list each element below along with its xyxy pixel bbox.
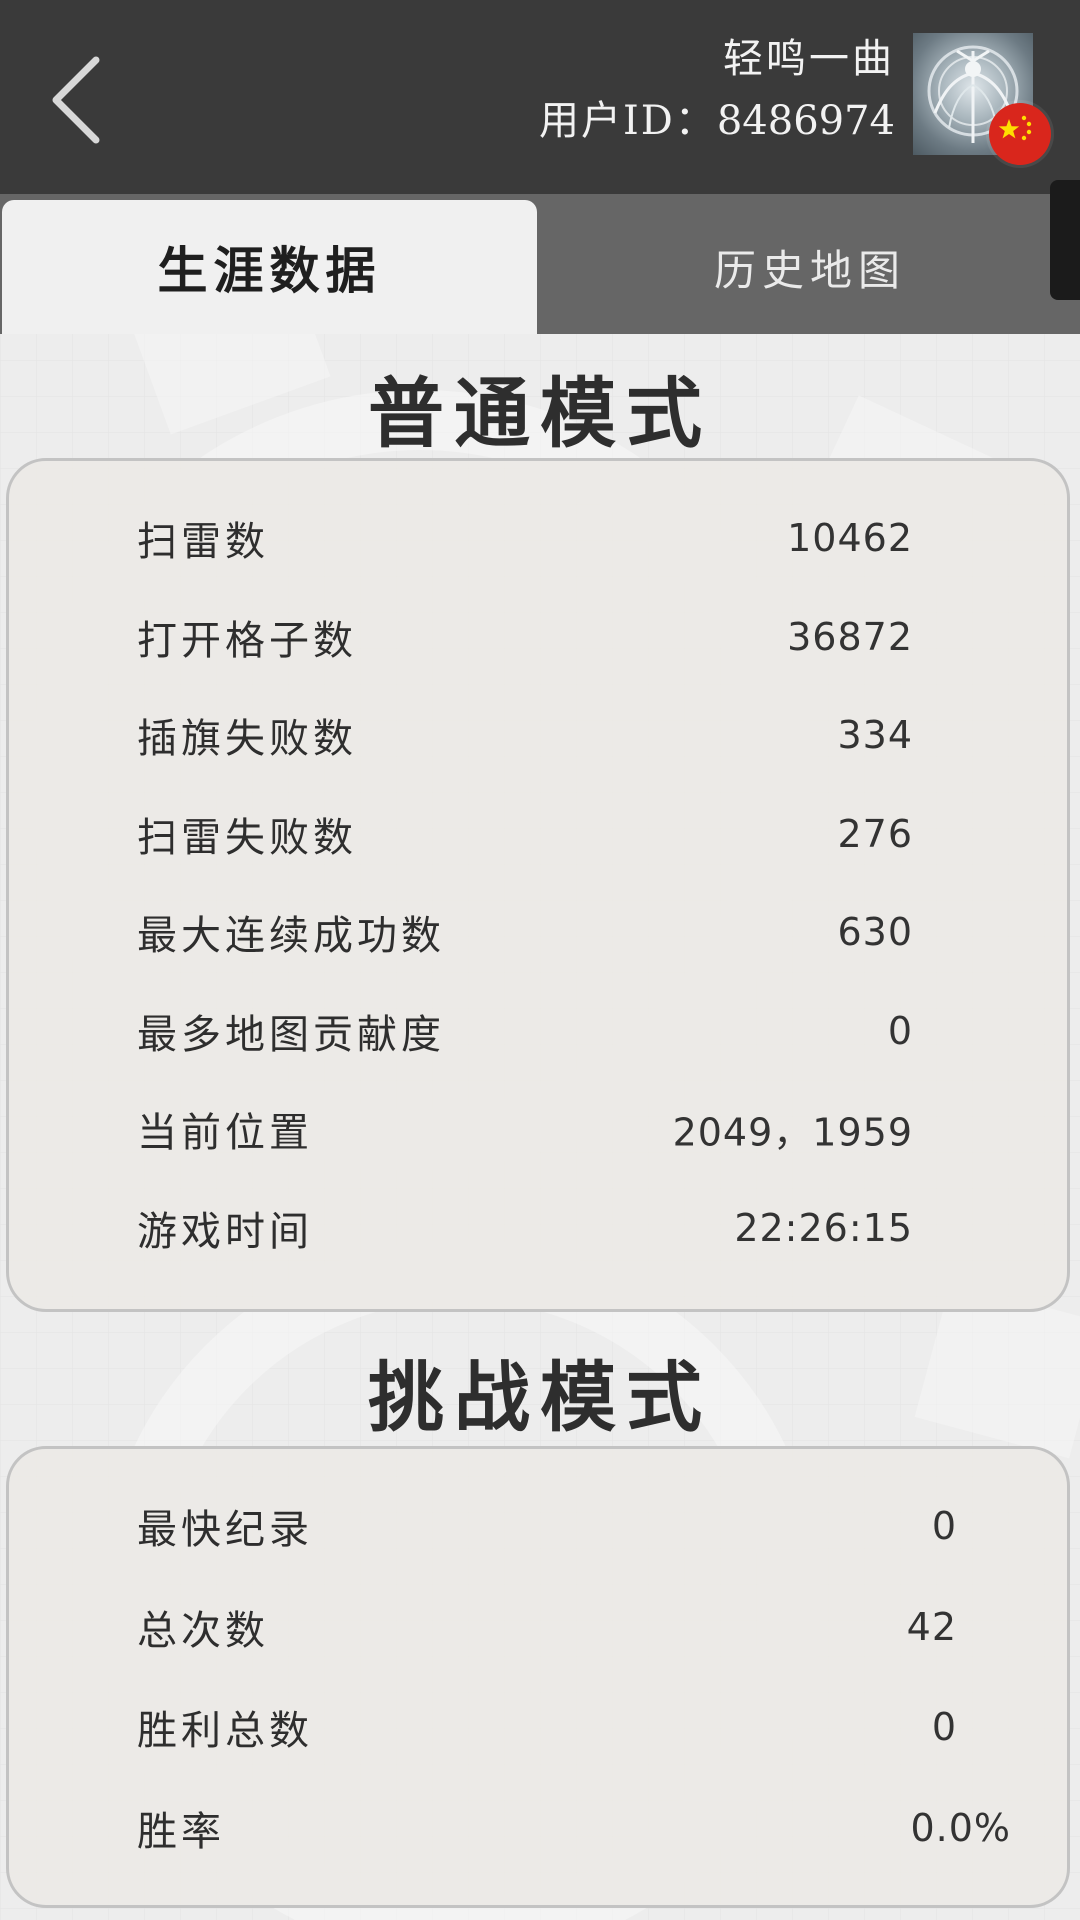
stat-label: 游戏时间	[137, 1209, 313, 1255]
stat-value: 22:26:15	[734, 1206, 913, 1250]
stat-value: 42	[906, 1605, 957, 1649]
challenge-mode-stats-panel: 最快纪录 0 总次数 42 胜利总数 0 胜率 0.0%	[6, 1446, 1070, 1908]
user-id-separator: ：	[674, 98, 715, 144]
tab-history-map[interactable]: 历史地图	[540, 200, 1080, 334]
stat-value: 276	[837, 812, 913, 856]
normal-mode-title: 普通模式	[368, 369, 712, 458]
stat-label: 扫雷失败数	[137, 815, 357, 861]
stat-value: 36872	[787, 615, 913, 659]
stat-value: 0	[931, 1504, 957, 1548]
stat-row-flag-failures: 插旗失败数 334	[9, 700, 1067, 770]
stat-value: 0	[887, 1009, 913, 1053]
stat-label: 胜利总数	[137, 1708, 313, 1754]
username: 轻鸣一曲	[723, 36, 895, 82]
stat-row-play-time: 游戏时间 22:26:15	[9, 1193, 1067, 1263]
stat-label: 插旗失败数	[137, 716, 357, 762]
stat-label: 胜率	[137, 1809, 225, 1855]
profile-header: 轻鸣一曲 用户ID：8486974	[0, 0, 1080, 194]
stat-row-total-wins: 胜利总数 0	[9, 1692, 1067, 1762]
stat-row-current-position: 当前位置 2049，1959	[9, 1094, 1067, 1164]
tab-career-data[interactable]: 生涯数据	[2, 200, 537, 334]
stat-label: 最快纪录	[137, 1507, 313, 1553]
stat-value: 10462	[787, 516, 913, 560]
user-id-row: 用户ID：8486974	[539, 88, 895, 146]
stat-row-win-rate: 胜率 0.0%	[9, 1793, 1067, 1863]
stat-value: 0.0%	[910, 1806, 1011, 1850]
stat-row-sweep-failures: 扫雷失败数 276	[9, 799, 1067, 869]
stat-label: 最大连续成功数	[137, 913, 445, 959]
stat-row-max-streak: 最大连续成功数 630	[9, 897, 1067, 967]
stat-row-cells-opened: 打开格子数 36872	[9, 602, 1067, 672]
normal-mode-stats-panel: 扫雷数 10462 打开格子数 36872 插旗失败数 334 扫雷失败数 27…	[6, 458, 1070, 1312]
chevron-left-icon	[52, 56, 100, 144]
stat-row-total-attempts: 总次数 42	[9, 1592, 1067, 1662]
stat-label: 总次数	[137, 1608, 269, 1654]
side-drawer-handle[interactable]	[1050, 180, 1080, 300]
china-flag-icon	[989, 103, 1051, 165]
stat-row-map-contribution: 最多地图贡献度 0	[9, 996, 1067, 1066]
user-id-value: 8486974	[716, 98, 895, 144]
stat-value: 0	[931, 1705, 957, 1749]
stat-row-mines-cleared: 扫雷数 10462	[9, 503, 1067, 573]
back-button[interactable]	[40, 48, 120, 153]
stat-label: 最多地图贡献度	[137, 1012, 445, 1058]
stat-value: 630	[837, 910, 913, 954]
challenge-mode-title: 挑战模式	[368, 1353, 712, 1442]
stat-label: 扫雷数	[137, 519, 269, 565]
stat-label: 当前位置	[137, 1110, 313, 1156]
stat-value: 334	[837, 713, 913, 757]
stat-row-fastest-record: 最快纪录 0	[9, 1491, 1067, 1561]
stat-value: 2049，1959	[672, 1110, 913, 1155]
stat-label: 打开格子数	[137, 618, 357, 664]
user-id-label: 用户ID	[538, 98, 675, 144]
